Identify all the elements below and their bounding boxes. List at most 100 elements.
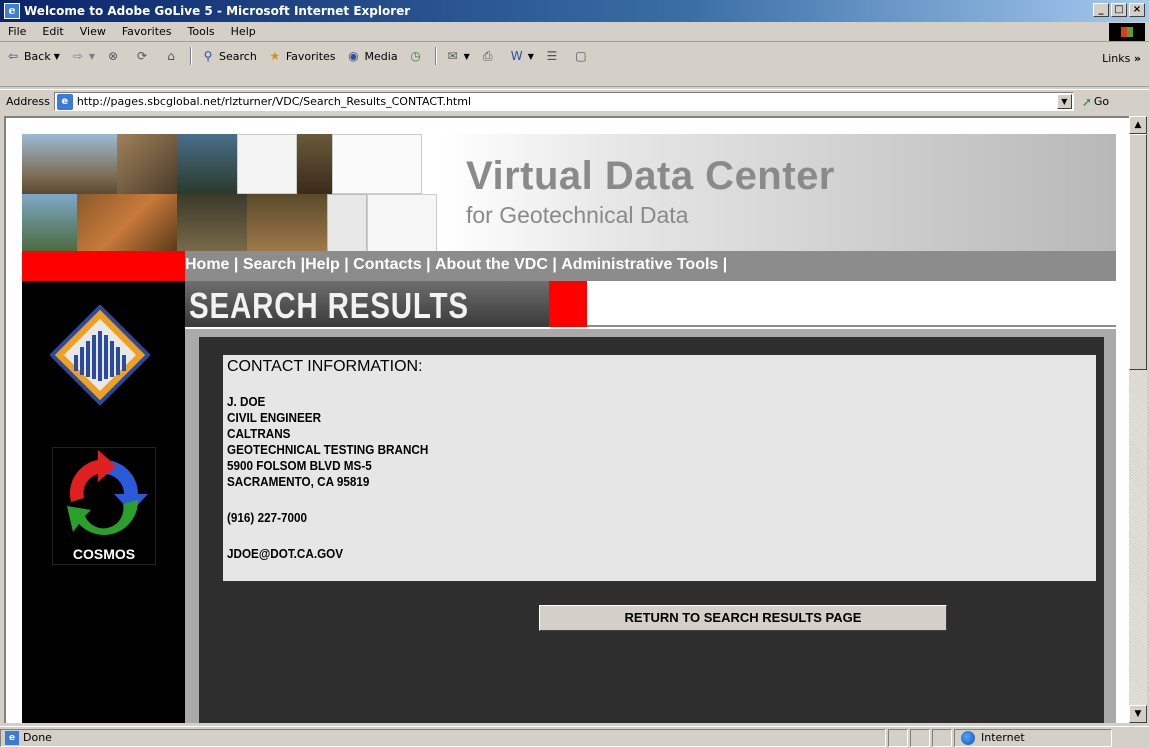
menu-help[interactable]: Help bbox=[223, 25, 264, 38]
search-icon: ⚲ bbox=[203, 49, 213, 63]
media-icon: ◉ bbox=[348, 49, 359, 63]
menu-favorites[interactable]: Favorites bbox=[114, 25, 180, 38]
page-done-icon: e bbox=[5, 730, 19, 745]
chevron-down-icon[interactable]: ▼ bbox=[89, 52, 95, 61]
contact-heading: CONTACT INFORMATION: bbox=[227, 358, 423, 375]
globe-icon bbox=[961, 730, 975, 745]
refresh-button[interactable]: ⟳ bbox=[129, 46, 158, 66]
browser-viewport[interactable]: Virtual Data Center for Geotechnical Dat… bbox=[4, 116, 1129, 723]
content-panel: CONTACT INFORMATION: J. DOE CIVIL ENGINE… bbox=[199, 337, 1104, 723]
contact-phone: (916) 227-7000 bbox=[227, 510, 308, 525]
section-header: SEARCH RESULTS bbox=[185, 281, 1116, 327]
edit-button[interactable]: W ▼ bbox=[504, 46, 539, 66]
forward-arrow-icon: ⇨ bbox=[72, 49, 83, 63]
menu-tools[interactable]: Tools bbox=[180, 25, 223, 38]
media-button[interactable]: ◉ Media bbox=[341, 46, 403, 66]
ie-icon: e bbox=[4, 3, 20, 19]
chevron-right-icon: » bbox=[1133, 52, 1141, 65]
chevron-down-icon[interactable]: ▼ bbox=[528, 52, 534, 61]
nav-about[interactable]: About the VDC bbox=[435, 251, 548, 281]
go-label: Go bbox=[1093, 95, 1110, 108]
site-subtitle: for Geotechnical Data bbox=[466, 202, 689, 228]
address-url: http://pages.sbcglobal.net/rlzturner/VDC… bbox=[76, 95, 472, 108]
favorites-icon: ★ bbox=[269, 49, 281, 63]
go-arrow-icon: ➚ bbox=[1081, 94, 1092, 109]
status-pane bbox=[932, 728, 952, 747]
cosmos-logo[interactable]: COSMOS bbox=[52, 447, 156, 565]
history-icon: ◷ bbox=[410, 49, 421, 63]
contact-name: J. DOE bbox=[227, 394, 266, 409]
mail-icon: ✉ bbox=[447, 49, 458, 63]
peer-logo[interactable] bbox=[50, 305, 150, 405]
scroll-down-icon[interactable]: ▼ bbox=[1129, 705, 1147, 723]
minimize-button[interactable]: _ bbox=[1093, 3, 1109, 17]
mail-button[interactable]: ✉ ▼ bbox=[440, 46, 475, 66]
back-label: Back bbox=[24, 49, 51, 63]
go-button[interactable]: ➚ Go bbox=[1082, 95, 1109, 109]
stop-icon: ⊗ bbox=[108, 49, 119, 63]
address-dropdown-icon[interactable]: ▼ bbox=[1056, 94, 1072, 109]
zone-label: Internet bbox=[981, 731, 1025, 744]
contact-info-box: CONTACT INFORMATION: J. DOE CIVIL ENGINE… bbox=[223, 355, 1096, 581]
cosmos-arrows-icon bbox=[67, 450, 148, 535]
contact-branch: GEOTECHNICAL TESTING BRANCH bbox=[227, 442, 429, 457]
chevron-down-icon[interactable]: ▼ bbox=[464, 52, 470, 61]
contact-organization: CALTRANS bbox=[227, 426, 291, 441]
chevron-down-icon[interactable]: ▼ bbox=[54, 52, 60, 61]
nav-search[interactable]: Search bbox=[243, 251, 296, 281]
window-titlebar: e Welcome to Adobe GoLive 5 - Microsoft … bbox=[0, 0, 1149, 22]
nav-home[interactable]: Home bbox=[185, 251, 229, 281]
status-pane bbox=[888, 728, 908, 747]
back-button[interactable]: ⇦ Back ▼ bbox=[0, 46, 65, 66]
menu-bar: File Edit View Favorites Tools Help bbox=[0, 22, 1149, 42]
search-button[interactable]: ⚲ Search bbox=[195, 46, 262, 66]
close-button[interactable]: × bbox=[1129, 3, 1145, 17]
forward-button[interactable]: ⇨ ▼ bbox=[65, 46, 100, 66]
content-frame: CONTACT INFORMATION: J. DOE CIVIL ENGINE… bbox=[185, 329, 1116, 723]
menu-view[interactable]: View bbox=[72, 25, 114, 38]
discuss-icon: ☰ bbox=[546, 49, 558, 63]
status-bar: e Done Internet bbox=[0, 726, 1149, 748]
menu-edit[interactable]: Edit bbox=[34, 25, 71, 38]
banner-photo-collage bbox=[22, 134, 442, 252]
nav-help[interactable]: Help bbox=[305, 251, 340, 281]
nav-admin-tools[interactable]: Administrative Tools bbox=[561, 251, 718, 281]
page-icon: e bbox=[56, 93, 73, 110]
cosmos-label: COSMOS bbox=[72, 546, 136, 562]
links-toolbar[interactable]: Links » bbox=[1102, 49, 1141, 69]
site-nav: Home | Search | Help | Contacts | About … bbox=[22, 251, 1116, 281]
scroll-up-icon[interactable]: ▲ bbox=[1129, 116, 1147, 134]
favorites-button[interactable]: ★ Favorites bbox=[262, 46, 341, 66]
favorites-label: Favorites bbox=[285, 49, 336, 63]
search-label: Search bbox=[219, 49, 257, 63]
discuss-button[interactable]: ☰ bbox=[539, 46, 568, 66]
windows-logo-icon bbox=[1109, 23, 1145, 41]
nav-contacts[interactable]: Contacts bbox=[353, 251, 421, 281]
status-text-pane: e Done bbox=[0, 728, 886, 747]
address-bar: Address e http://pages.sbcglobal.net/rlz… bbox=[0, 89, 1149, 113]
scroll-thumb[interactable] bbox=[1129, 134, 1147, 370]
messenger-icon: ▢ bbox=[575, 49, 587, 63]
site-title: Virtual Data Center bbox=[466, 154, 835, 198]
home-button[interactable]: ⌂ bbox=[158, 46, 187, 66]
window-title: Welcome to Adobe GoLive 5 - Microsoft In… bbox=[24, 4, 411, 18]
messenger-button[interactable]: ▢ bbox=[568, 46, 597, 66]
menu-file[interactable]: File bbox=[0, 25, 34, 38]
return-to-results-button[interactable]: RETURN TO SEARCH RESULTS PAGE bbox=[539, 605, 947, 631]
status-text: Done bbox=[23, 731, 52, 744]
nav-accent-bar bbox=[22, 251, 185, 281]
vertical-scrollbar[interactable]: ▲ ▼ bbox=[1129, 116, 1147, 723]
contact-email[interactable]: JDOE@DOT.CA.GOV bbox=[227, 546, 1006, 562]
stop-button[interactable]: ⊗ bbox=[100, 46, 129, 66]
address-input[interactable]: e http://pages.sbcglobal.net/rlzturner/V… bbox=[53, 92, 1074, 111]
refresh-icon: ⟳ bbox=[137, 49, 148, 63]
maximize-button[interactable]: □ bbox=[1111, 3, 1127, 17]
print-button[interactable]: ⎙ bbox=[475, 46, 504, 66]
links-label: Links bbox=[1102, 52, 1131, 65]
print-icon: ⎙ bbox=[482, 49, 493, 63]
contact-street: 5900 FOLSOM BLVD MS-5 bbox=[227, 458, 372, 473]
toolbar-separator bbox=[190, 47, 193, 65]
section-title: SEARCH RESULTS bbox=[189, 285, 469, 326]
media-label: Media bbox=[364, 49, 398, 63]
history-button[interactable]: ◷ bbox=[403, 46, 432, 66]
